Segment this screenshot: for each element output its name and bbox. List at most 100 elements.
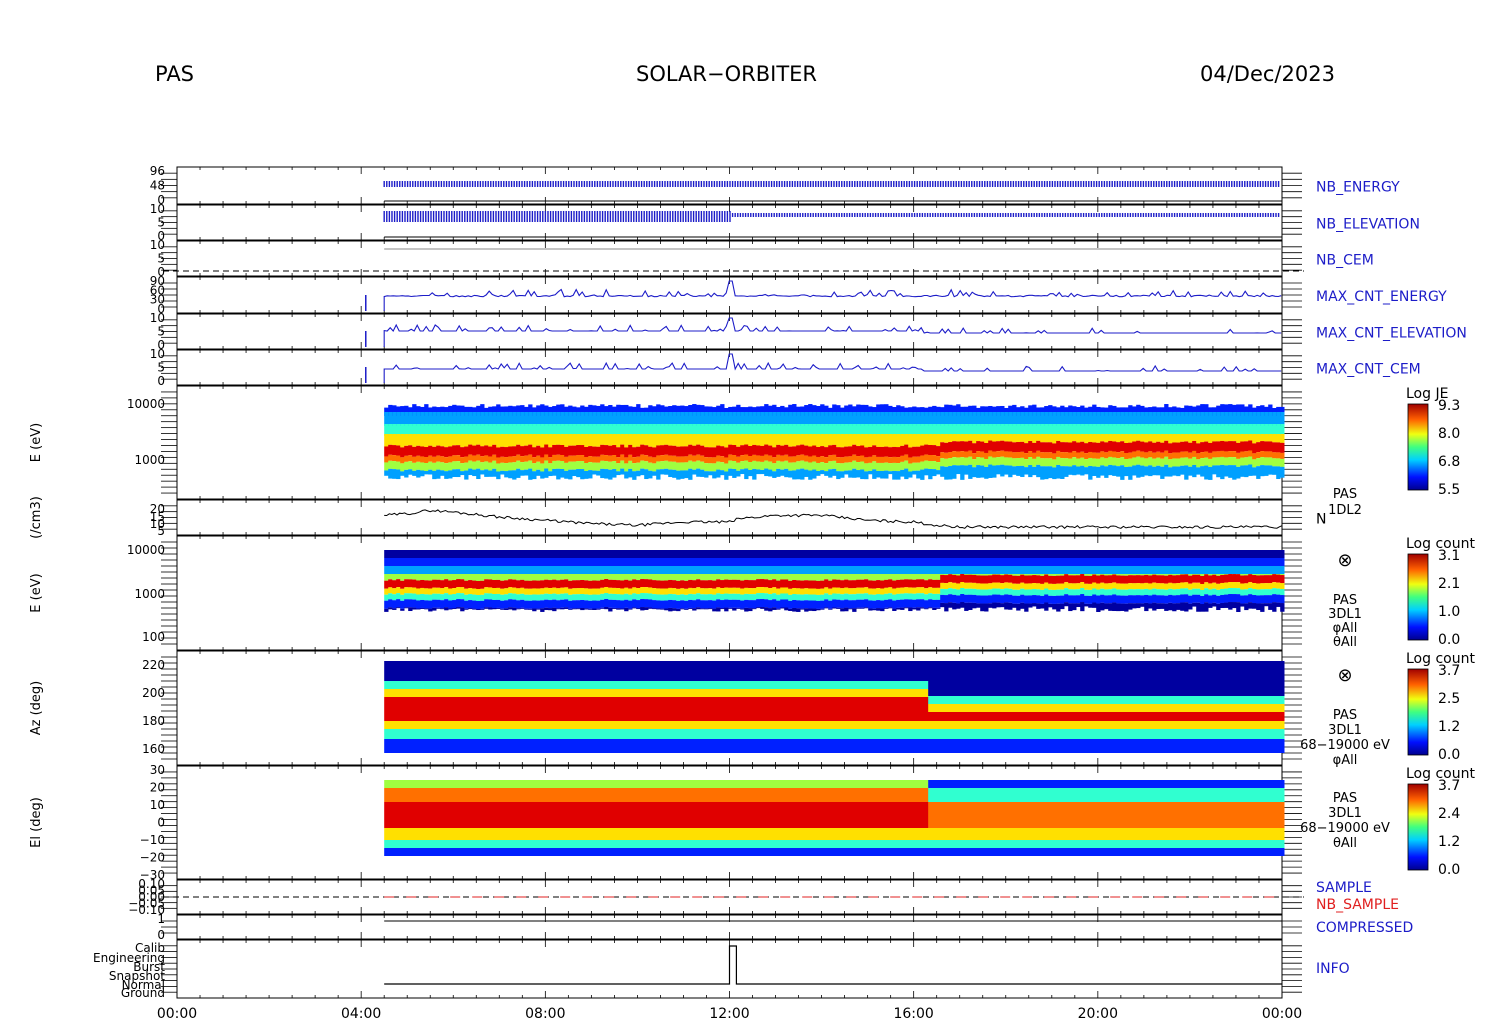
spectro-cell (1148, 574, 1153, 576)
spectro-cell (468, 580, 473, 589)
spectro-cell (1124, 566, 1129, 574)
spectro-cell (548, 594, 553, 601)
spectro-cell (1064, 412, 1069, 426)
spectro-cell (628, 580, 633, 589)
spectro-cell (428, 434, 433, 446)
spectro-cell (976, 566, 981, 574)
spectro-cell (784, 550, 789, 558)
spectro-cell (448, 446, 453, 457)
spectro-cell (1096, 583, 1101, 590)
spectro-cell (1128, 566, 1133, 574)
spectro-cell (1096, 466, 1101, 478)
spectro-cell (1272, 458, 1277, 467)
spectro-cell (1156, 441, 1161, 452)
spectro-cell (1052, 453, 1057, 460)
spectro-cell (800, 444, 805, 455)
spectro-cell (912, 462, 917, 471)
y-tick-labels: 100001000100 (127, 543, 165, 644)
spectro-cell (724, 550, 729, 558)
spectro-cell (908, 471, 913, 478)
spectro-cell (884, 574, 889, 580)
spectro-cell (736, 462, 741, 471)
spectro-cell (700, 594, 705, 601)
spectro-cell (988, 583, 993, 590)
spectro-cell (932, 566, 937, 574)
spectro-cell (812, 566, 817, 574)
spectro-cell (460, 434, 465, 448)
spectro-cell (980, 575, 985, 584)
spectro-cell (1040, 575, 1045, 584)
spectro-cell (1080, 465, 1085, 476)
spectro-cell (620, 608, 625, 610)
spectro-cell (748, 446, 753, 457)
spectro-cell (1072, 465, 1077, 476)
spectro-cell (676, 580, 681, 589)
spectro-cell (872, 566, 877, 574)
spectro-cell (724, 566, 729, 574)
spectro-cell (576, 445, 581, 456)
spectro-cell (572, 566, 577, 574)
spectro-cell (472, 574, 477, 581)
spectro-cell (388, 599, 393, 608)
spectro-cell (408, 434, 413, 446)
spectro-cell (852, 594, 857, 601)
spectro-cell (604, 587, 609, 594)
spectro-cell (548, 471, 553, 477)
spectro-cell (576, 566, 581, 574)
colorbar-tick-label: 6.8 (1438, 454, 1460, 470)
spectro-cell (736, 550, 741, 558)
spectro-cell (1080, 451, 1085, 458)
spectro-cell (972, 594, 977, 603)
spectro-cell (556, 574, 561, 581)
spectro-cell (408, 445, 413, 456)
spectro-cell (528, 412, 533, 426)
spectro-cell (1064, 594, 1069, 603)
spectro-cell (988, 550, 993, 558)
spectro-cell (984, 550, 989, 558)
spectro-cell (1280, 589, 1285, 596)
spectro-cell (484, 599, 489, 608)
spectro-cell (888, 471, 893, 475)
spectro-cell (1020, 558, 1025, 566)
spectro-cell (1232, 434, 1237, 442)
spectro-cell (968, 464, 973, 479)
spectro-cell (524, 412, 529, 426)
spectro-cell (668, 455, 673, 462)
spectro-cell (528, 460, 533, 469)
spectro-cell (704, 566, 709, 574)
spectro-cell (780, 550, 785, 558)
spectro-cell (1020, 451, 1025, 458)
spectro-cell (968, 456, 973, 465)
spectro-cell (976, 589, 981, 596)
spectro-cell (1052, 412, 1057, 426)
spectro-cell (1232, 412, 1237, 426)
spectro-cell (836, 558, 841, 566)
spectro-cell (1184, 602, 1189, 612)
spectro-cell (628, 412, 633, 426)
y-tick-labels: 96480 (150, 164, 165, 207)
spectro-cell (876, 456, 881, 463)
spectro-cell (512, 558, 517, 566)
spectro-cell (964, 451, 969, 458)
spectro-cell (448, 588, 453, 595)
spectro-cell (500, 456, 505, 463)
spectro-cell (556, 580, 561, 589)
spectro-cell (1180, 602, 1185, 611)
spectro-cell (384, 600, 389, 609)
spectro-cell (1016, 458, 1021, 467)
spectro-cell (960, 434, 965, 442)
spectro-cell (772, 447, 777, 458)
spectro-cell (552, 579, 557, 588)
spectro-cell (728, 587, 733, 594)
spectro-cell (964, 588, 969, 595)
spectro-cell (1120, 575, 1125, 584)
spectro-cell (1220, 456, 1225, 465)
spectro-cell (624, 471, 629, 479)
spectro-cell (932, 455, 937, 462)
spectro-cell (928, 469, 933, 480)
spectro-cell (940, 466, 945, 477)
spectro-cell (700, 412, 705, 426)
spectro-cell (808, 446, 813, 457)
spectro-cell (956, 441, 961, 452)
spectro-cell (388, 434, 393, 445)
